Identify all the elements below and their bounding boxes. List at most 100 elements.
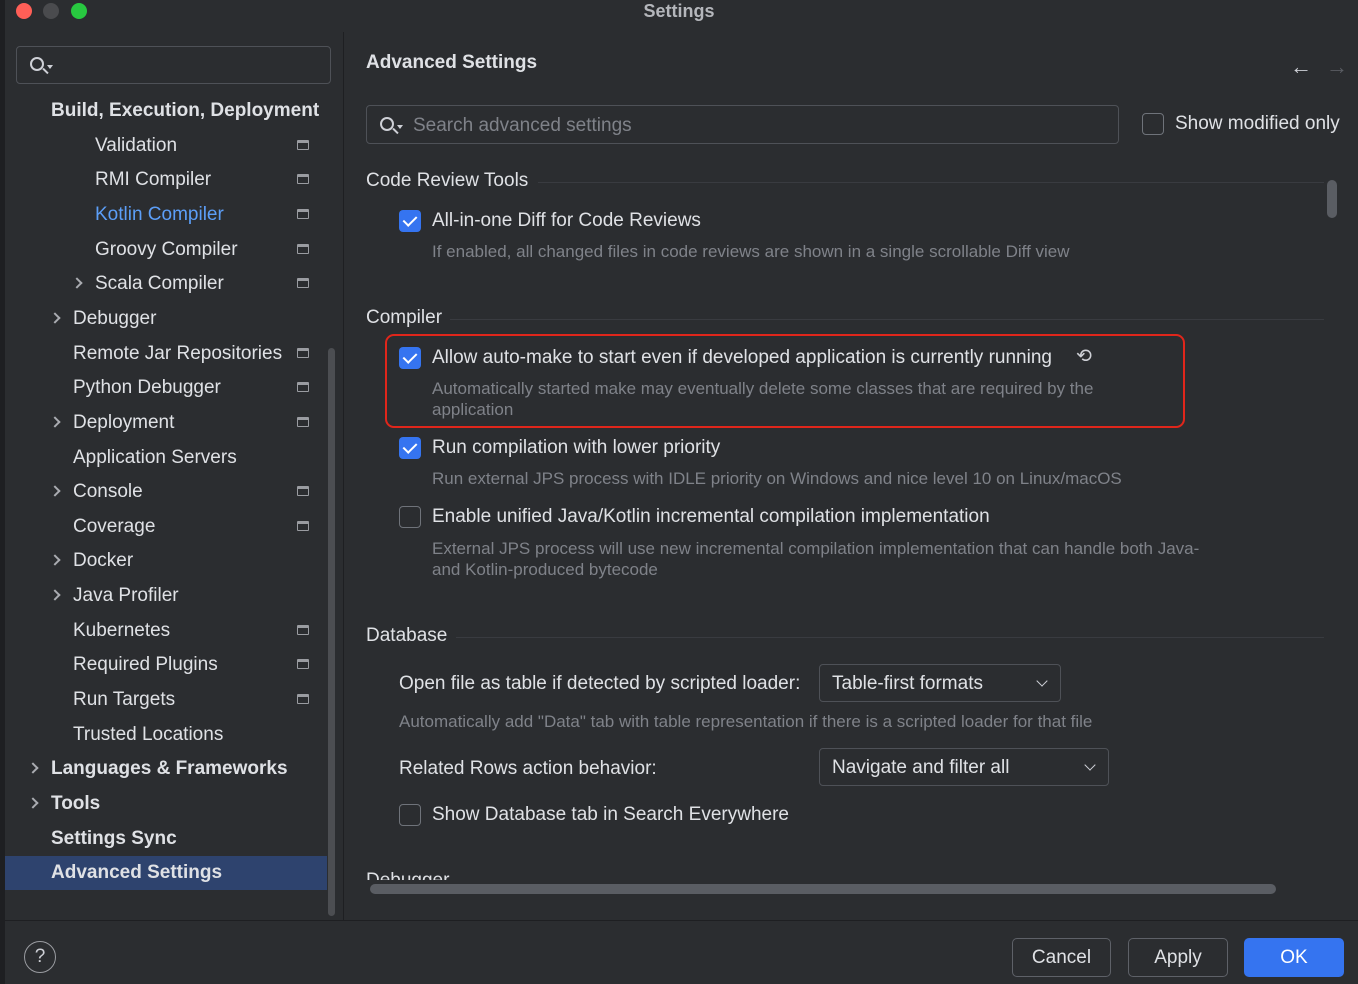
sidebar-item[interactable]: Trusted Locations [5, 718, 327, 752]
all-in-one-diff-checkbox[interactable] [399, 210, 421, 232]
run-compilation-lower-priority-checkbox[interactable] [399, 437, 421, 459]
sidebar-item[interactable]: Application Servers [5, 441, 327, 475]
sidebar-item-label: Trusted Locations [73, 723, 224, 745]
sidebar-item[interactable]: Build, Execution, Deployment [5, 94, 327, 128]
section-divider [450, 319, 1324, 320]
project-scope-icon [297, 486, 309, 497]
project-scope-icon [297, 416, 309, 427]
sidebar-item[interactable]: Languages & Frameworks [5, 752, 327, 786]
search-options-caret-icon [47, 65, 53, 69]
show-database-tab-checkbox[interactable] [399, 804, 421, 826]
sidebar-item[interactable]: Remote Jar Repositories [5, 337, 327, 371]
cancel-button[interactable]: Cancel [1012, 938, 1111, 977]
show-modified-only-checkbox[interactable] [1142, 113, 1164, 135]
ok-button[interactable]: OK [1244, 938, 1344, 977]
chevron-down-icon [1036, 675, 1048, 687]
sidebar-item[interactable]: Advanced Settings [5, 856, 327, 891]
project-scope-icon [297, 382, 309, 393]
allow-auto-make-checkbox[interactable] [399, 347, 421, 369]
project-scope-icon [297, 243, 309, 254]
section-title-cutoff: Debugger [366, 870, 486, 880]
sidebar-item[interactable]: Validation [5, 129, 327, 163]
run-compilation-lower-priority-label[interactable]: Run compilation with lower priority [432, 437, 720, 459]
run-compilation-lower-priority-description: Run external JPS process with IDLE prior… [432, 469, 1122, 488]
chevron-right-icon[interactable] [71, 277, 83, 289]
sidebar-item-label: RMI Compiler [95, 169, 212, 191]
sidebar-item-label: Python Debugger [73, 377, 221, 399]
sidebar-item[interactable]: Python Debugger [5, 371, 327, 405]
all-in-one-diff-description: If enabled, all changed files in code re… [432, 242, 1070, 261]
chevron-right-icon[interactable] [49, 554, 61, 567]
show-database-tab-label[interactable]: Show Database tab in Search Everywhere [432, 804, 789, 826]
sidebar-item[interactable]: Tools [5, 787, 327, 821]
sidebar-item[interactable]: Required Plugins [5, 648, 327, 682]
section-divider [456, 637, 1324, 638]
sidebar-item-label: Settings Sync [51, 827, 177, 849]
unified-incremental-compilation-label[interactable]: Enable unified Java/Kotlin incremental c… [432, 506, 990, 528]
chevron-right-icon[interactable] [49, 312, 61, 324]
sidebar-item[interactable]: Console [5, 475, 327, 509]
sidebar-item-label: Docker [73, 550, 134, 572]
page-title: Advanced Settings [366, 52, 538, 73]
sidebar-item[interactable]: Java Profiler [5, 579, 327, 613]
sidebar-item[interactable]: Groovy Compiler [5, 233, 327, 267]
sidebar-item[interactable]: Deployment [5, 406, 327, 440]
chevron-right-icon[interactable] [49, 589, 61, 601]
sidebar-item-label: Debugger [73, 307, 157, 329]
sidebar-item-label: Build, Execution, Deployment [51, 100, 320, 121]
sidebar-item-label: Java Profiler [73, 585, 179, 607]
show-modified-only-label[interactable]: Show modified only [1175, 113, 1340, 135]
sidebar-item-label: Application Servers [73, 446, 237, 468]
sidebar-item-label: Tools [51, 793, 101, 814]
sidebar-item[interactable]: Run Targets [5, 683, 327, 717]
sidebar-item[interactable]: Docker [5, 544, 327, 578]
chevron-right-icon[interactable] [49, 416, 61, 428]
chevron-right-icon[interactable] [27, 762, 39, 775]
sidebar-item[interactable]: Debugger [5, 302, 327, 336]
related-rows-label: Related Rows action behavior: [399, 758, 657, 779]
help-button[interactable]: ? [24, 941, 56, 973]
sidebar-scrollbar[interactable] [328, 348, 335, 916]
search-options-caret-icon [397, 125, 403, 129]
project-scope-icon [297, 694, 309, 705]
sidebar-item[interactable]: RMI Compiler [5, 163, 327, 197]
all-in-one-diff-label[interactable]: All-in-one Diff for Code Reviews [432, 210, 701, 232]
main-horizontal-scrollbar[interactable] [370, 884, 1276, 894]
advanced-settings-search-input[interactable]: Search advanced settings [366, 105, 1119, 144]
sidebar-item[interactable]: Coverage [5, 510, 327, 544]
unified-incremental-compilation-checkbox[interactable] [399, 506, 421, 528]
sidebar-item-label: Languages & Frameworks [51, 758, 288, 780]
title-bar: Settings [0, 0, 1358, 24]
project-scope-icon [297, 520, 309, 531]
related-rows-dropdown[interactable]: Navigate and filter all [819, 748, 1109, 786]
allow-auto-make-label[interactable]: Allow auto-make to start even if develop… [432, 347, 1052, 369]
back-arrow-icon[interactable]: ← [1290, 56, 1312, 78]
sidebar-item-label: Console [73, 481, 143, 503]
allow-auto-make-description: Automatically started make may eventuall… [432, 379, 1094, 419]
next-section-title: Debugger [366, 870, 449, 880]
sidebar-item[interactable]: Scala Compiler [5, 267, 327, 301]
sidebar-item-label: Validation [95, 134, 178, 156]
project-scope-icon [297, 174, 309, 185]
search-icon [380, 117, 394, 131]
search-placeholder: Search advanced settings [413, 115, 632, 136]
sidebar-item-label: Deployment [73, 411, 175, 433]
section-divider [538, 182, 1324, 183]
project-scope-icon [297, 139, 309, 150]
chevron-right-icon[interactable] [27, 797, 39, 809]
sidebar-item[interactable]: Settings Sync [5, 822, 327, 856]
sidebar-item-label: Coverage [73, 515, 156, 537]
project-scope-icon [297, 278, 309, 289]
apply-button[interactable]: Apply [1128, 938, 1228, 977]
sidebar-search-input[interactable] [16, 46, 331, 84]
chevron-right-icon[interactable] [49, 485, 61, 497]
sidebar-item-label: Advanced Settings [51, 862, 223, 884]
sidebar-item[interactable]: Kotlin Compiler [5, 198, 327, 232]
settings-sidebar: Build, Execution, Deployment Validation RM… [5, 32, 343, 920]
reset-to-default-icon[interactable]: ⟲ [1076, 345, 1092, 368]
open-file-as-table-dropdown[interactable]: Table-first formats [819, 664, 1061, 702]
sidebar-item[interactable]: Kubernetes [5, 614, 327, 648]
sidebar-item-label: Required Plugins [73, 654, 218, 676]
forward-arrow-icon[interactable]: → [1326, 56, 1348, 78]
main-vertical-scrollbar[interactable] [1327, 180, 1337, 218]
